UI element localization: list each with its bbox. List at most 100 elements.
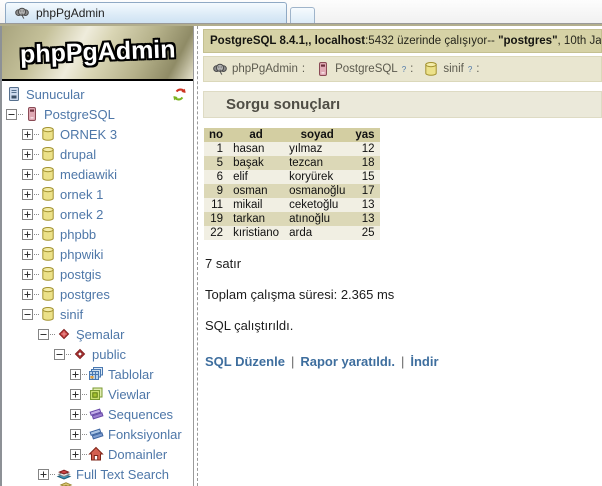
tree-item-fonksiyonlar[interactable]: Fonksiyonlar xyxy=(2,424,193,444)
plus-toggle-icon[interactable] xyxy=(22,168,33,180)
tree-item-full-text-search[interactable]: Full Text Search xyxy=(2,464,193,484)
breadcrumb-phppgadmin[interactable]: phpPgAdmin xyxy=(232,63,298,75)
plus-toggle-icon[interactable] xyxy=(22,128,33,140)
tree-item-phpbb[interactable]: phpbb xyxy=(2,224,193,244)
tree-item-ornek-1[interactable]: ornek 1 xyxy=(2,184,193,204)
tree-item-label[interactable]: postgres xyxy=(60,287,110,302)
tree-item-label[interactable]: public xyxy=(92,347,126,362)
action-link-i-ndir[interactable]: İndir xyxy=(410,354,438,369)
breadcrumb-postgresql[interactable]: PostgreSQL xyxy=(335,63,398,75)
tree-item-domainler[interactable]: Domainler xyxy=(2,444,193,464)
plus-toggle-icon[interactable] xyxy=(70,428,81,440)
tree-item-sequences[interactable]: Sequences xyxy=(2,404,193,424)
plus-toggle-icon[interactable] xyxy=(70,388,81,400)
tree-item-sinif[interactable]: sinif xyxy=(2,304,193,324)
action-link-rapor-yaratıldı-[interactable]: Rapor yaratıldı. xyxy=(300,354,395,369)
minus-toggle-icon[interactable] xyxy=(38,328,49,340)
breadcrumb-sinif[interactable]: sinif xyxy=(443,63,463,75)
tree-item-label[interactable]: postgis xyxy=(60,267,101,282)
cell-ad: başak xyxy=(228,156,285,170)
tree-item-postgis[interactable]: postgis xyxy=(2,264,193,284)
action-links: SQL Düzenle | Rapor yaratıldı. | İndir xyxy=(205,354,602,369)
cell-yas: 15 xyxy=(350,170,380,184)
tree-item-label[interactable]: phpwiki xyxy=(60,247,103,262)
fts-icon xyxy=(56,466,72,482)
tree-item-label[interactable]: PostgreSQL xyxy=(44,107,115,122)
tree-item-label[interactable]: ornek 2 xyxy=(60,207,103,222)
plus-toggle-icon[interactable] xyxy=(22,148,33,160)
phppgadmin-logo: phpPgAdmin xyxy=(19,35,176,69)
new-tab-button[interactable] xyxy=(290,7,315,23)
tree-item-label[interactable]: Viewlar xyxy=(108,387,150,402)
schemas-icon xyxy=(56,326,72,342)
plus-toggle-icon[interactable] xyxy=(22,248,33,260)
tree-item-label[interactable]: Sunucular xyxy=(26,87,85,102)
plus-toggle-icon[interactable] xyxy=(38,468,49,480)
plus-toggle-icon[interactable] xyxy=(22,288,33,300)
frame-resizer[interactable] xyxy=(194,26,201,486)
elephant-favicon-icon xyxy=(14,5,30,21)
tree-item-label[interactable]: Domainler xyxy=(108,447,167,462)
database-icon xyxy=(40,206,56,222)
table-row: 5 başak tezcan 18 xyxy=(204,156,380,170)
tree-item-drupal[interactable]: drupal xyxy=(2,144,193,164)
minus-toggle-icon[interactable] xyxy=(54,348,65,360)
cell-ad: hasan xyxy=(228,142,285,156)
plus-toggle-icon[interactable] xyxy=(70,368,81,380)
object-tree: Sunucular PostgreSQL ORNEK 3 drupal mediawik… xyxy=(2,81,193,486)
cell-soyad: yılmaz xyxy=(284,142,351,156)
tables-icon xyxy=(88,366,104,382)
minus-toggle-icon[interactable] xyxy=(22,308,33,320)
plus-toggle-icon[interactable] xyxy=(70,408,81,420)
tree-item-label[interactable]: ORNEK 3 xyxy=(60,127,117,142)
tree-connector xyxy=(18,113,23,115)
tree-item-sunucular[interactable]: Sunucular xyxy=(2,84,193,104)
tree-item-postgres[interactable]: postgres xyxy=(2,284,193,304)
tree-item-label[interactable]: Full Text Search xyxy=(76,467,169,482)
tree-item-viewlar[interactable]: Viewlar xyxy=(2,384,193,404)
cell-ad: tarkan xyxy=(228,212,285,226)
tree-item-şemalar[interactable]: Şemalar xyxy=(2,324,193,344)
tree-item-tablolar[interactable]: Tablolar xyxy=(2,364,193,384)
cell-no: 5 xyxy=(204,156,229,170)
tree-item-postgresql[interactable]: PostgreSQL xyxy=(2,104,193,124)
minus-toggle-icon[interactable] xyxy=(6,108,17,120)
domains-icon xyxy=(88,446,104,462)
tree-connector xyxy=(82,373,87,375)
tree-item-label[interactable]: Tablolar xyxy=(108,367,154,382)
tree-item-label[interactable]: Fonksiyonlar xyxy=(108,427,182,442)
plus-toggle-icon[interactable] xyxy=(22,208,33,220)
help-link[interactable]: ? xyxy=(402,65,406,74)
plus-toggle-icon[interactable] xyxy=(22,228,33,240)
tree-item-label[interactable]: phpbb xyxy=(60,227,96,242)
cell-ad: osman xyxy=(228,184,285,198)
tree-item-label[interactable]: ornek 1 xyxy=(60,187,103,202)
tree-item-label[interactable]: Şemalar xyxy=(76,327,124,342)
tree-item-mediawiki[interactable]: mediawiki xyxy=(2,164,193,184)
status-segment: , 10th Jan, 201 xyxy=(557,35,602,47)
tree-item-label[interactable]: mediawiki xyxy=(60,167,117,182)
help-link[interactable]: ? xyxy=(468,65,472,74)
column-header-soyad: soyad xyxy=(284,128,351,142)
browser-tab[interactable]: phpPgAdmin xyxy=(5,2,287,23)
tree-item-ornek-3[interactable]: ORNEK 3 xyxy=(2,124,193,144)
column-header-ad: ad xyxy=(228,128,285,142)
cell-yas: 13 xyxy=(350,198,380,212)
tree-item-public[interactable]: public xyxy=(2,344,193,364)
tree-connector xyxy=(34,313,39,315)
tree-item-label[interactable]: drupal xyxy=(60,147,96,162)
functions-icon xyxy=(88,426,104,442)
tree-item-label[interactable]: sinif xyxy=(60,307,83,322)
plus-toggle-icon[interactable] xyxy=(22,268,33,280)
tree-item-label[interactable]: Sequences xyxy=(108,407,173,422)
cell-yas: 17 xyxy=(350,184,380,198)
tree-item-phpwiki[interactable]: phpwiki xyxy=(2,244,193,264)
database-icon xyxy=(40,226,56,242)
tree-item-ornek-2[interactable]: ornek 2 xyxy=(2,204,193,224)
plus-toggle-icon[interactable] xyxy=(70,448,81,460)
plus-toggle-icon[interactable] xyxy=(22,188,33,200)
action-link-sql-düzenle[interactable]: SQL Düzenle xyxy=(205,354,285,369)
page-title: Sorgu sonuçları xyxy=(203,91,602,118)
refresh-icon[interactable] xyxy=(172,87,187,102)
tree-connector xyxy=(82,433,87,435)
